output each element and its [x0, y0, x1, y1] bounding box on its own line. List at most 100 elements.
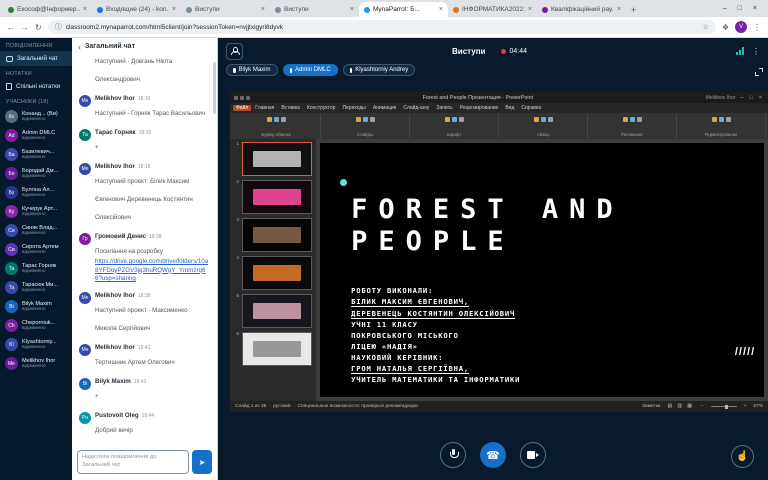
browser-tab[interactable]: Виступи × [181, 2, 270, 17]
slide-thumbnail[interactable]: 2 [234, 180, 312, 214]
window-close-button[interactable]: × [753, 5, 757, 12]
slide-thumbnail[interactable]: 4 [234, 256, 312, 290]
tab-close-icon[interactable]: × [439, 6, 443, 13]
browser-tab[interactable]: Входящие (24) - kon... × [92, 2, 181, 17]
browser-tab[interactable]: Кваліфікаційний рау... × [537, 2, 626, 17]
ribbon-tab[interactable]: Запись [433, 105, 455, 111]
talking-indicator-badge[interactable]: Admin DMLC [283, 64, 338, 76]
sidebar-item-public-chat[interactable]: Загальний чат [0, 51, 72, 66]
participant-item[interactable]: Та Тарасюк Ми... відімкнено [0, 278, 72, 297]
slide-thumbnail[interactable]: 6 [234, 332, 312, 366]
ribbon-group[interactable]: Шрифт [410, 114, 499, 138]
notes-button[interactable]: Заметки [642, 404, 660, 409]
slide-thumbnail[interactable]: 1 [234, 142, 312, 176]
ribbon-tab[interactable]: Анимация [370, 105, 399, 111]
ribbon-tab[interactable]: Конструктор [304, 105, 339, 111]
slide-thumbnail[interactable]: 3 [234, 218, 312, 252]
url-bar[interactable]: ⓘ classroom2.mynaparrot.com/html5client/… [48, 20, 716, 34]
zoom-out-icon[interactable]: − [701, 404, 704, 409]
participant-item[interactable]: Бу Булгіна Ал... відімкнено [0, 183, 72, 202]
webcam-button[interactable] [520, 442, 546, 468]
bookmark-star-icon[interactable]: ☆ [703, 23, 709, 31]
participant-item[interactable]: Бо Бородай Дм... відімкнено [0, 164, 72, 183]
ribbon-tab[interactable]: Вид [502, 105, 517, 111]
options-menu-icon[interactable]: ⋮ [752, 47, 760, 56]
participant-item[interactable]: Kl Klyashtorniy... відімкнено [0, 335, 72, 354]
reload-icon[interactable]: ↻ [35, 23, 42, 32]
recording-indicator[interactable]: 04:44 [501, 48, 527, 55]
participant-item[interactable]: Ad Admin DMLC відімкнено [0, 126, 72, 145]
accessibility-status[interactable]: Специальные возможности: проверьте реком… [298, 404, 418, 409]
message-link[interactable]: https://drive.google.com/drive/folders/1… [95, 258, 210, 283]
ribbon-tab[interactable]: Справка [518, 105, 544, 111]
slide-text-line: ПОКРОВСЬКОГО МІСЬКОГО [351, 330, 737, 341]
extensions-icon[interactable]: ❖ [722, 23, 729, 32]
ribbon-group[interactable]: Буфер обмена [232, 114, 321, 138]
new-tab-button[interactable]: + [631, 5, 636, 15]
ribbon-group[interactable]: Абзац [499, 114, 588, 138]
participant-item[interactable]: Ко Конанд... (Ви) відімкнено [0, 107, 72, 126]
browser-menu-icon[interactable]: ⋮ [753, 23, 761, 32]
leave-audio-button[interactable]: ☎ [480, 442, 506, 468]
tab-close-icon[interactable]: × [617, 6, 621, 13]
sidebar-item-shared-notes[interactable]: Спільні нотатки [0, 79, 72, 94]
ribbon-tab[interactable]: Переходы [339, 105, 368, 111]
profile-avatar[interactable]: V [735, 21, 747, 33]
notes-item-label: Спільні нотатки [16, 83, 60, 90]
mute-button[interactable] [440, 442, 466, 468]
ribbon-tab[interactable]: Слайд-шоу [400, 105, 432, 111]
participants-toggle-button[interactable] [226, 43, 243, 60]
zoom-in-icon[interactable]: + [744, 404, 747, 409]
tab-close-icon[interactable]: × [83, 6, 87, 13]
site-info-icon[interactable]: ⓘ [55, 22, 62, 32]
participant-item[interactable]: Ба Базилевич... відімкнено [0, 145, 72, 164]
ppt-minimize-icon[interactable]: – [740, 95, 743, 101]
back-icon[interactable]: ← [7, 23, 15, 32]
participant-item[interactable]: Ку Кучерук Арт... відімкнено [0, 202, 72, 221]
window-minimize-button[interactable]: – [723, 5, 727, 12]
ribbon-group[interactable]: Редактирование [677, 114, 766, 138]
browser-tab[interactable]: Виступи × [270, 2, 359, 17]
language-indicator[interactable]: русский [273, 404, 290, 409]
slide-thumbnail[interactable]: 5 [234, 294, 312, 328]
tab-favicon-icon [186, 7, 192, 13]
raise-hand-button[interactable]: ☝ [731, 445, 754, 468]
browser-toolbar: ← → ↻ ⓘ classroom2.mynaparrot.com/html5c… [0, 17, 768, 38]
slide-text-line: ДЕРЕВЕНЕЦЬ КОСТЯНТИН ОЛЕКСІЙОВИЧ [351, 308, 737, 319]
participant-item[interactable]: Си Сирота Артем відімкнено [0, 240, 72, 259]
participant-status: відімкнено [22, 231, 57, 236]
participant-item[interactable]: Bi Bilyk Maxim відімкнено [0, 297, 72, 316]
talking-indicator-badge[interactable]: Klyashtorniy Andrey [343, 64, 416, 76]
connection-status-icon[interactable] [736, 47, 744, 55]
forward-icon[interactable]: → [21, 23, 29, 32]
window-maximize-button[interactable]: □ [738, 5, 742, 12]
participant-item[interactable]: Та Тарас Горняк відімкнено [0, 259, 72, 278]
ribbon-tab[interactable]: Главная [252, 105, 277, 111]
slide-thumbnail-panel: 1 2 3 [230, 139, 316, 401]
browser-tab[interactable]: ІНФОРМАТИКА2022: Р... × [448, 2, 537, 17]
ribbon-tab[interactable]: Рецензирование [457, 105, 502, 111]
browser-tab[interactable]: MynaParrot: Б... × [359, 2, 448, 17]
view-buttons[interactable]: ▤ ▥ ▦ [668, 404, 694, 409]
tab-close-icon[interactable]: × [350, 6, 354, 13]
browser-tab[interactable]: Екософ@Інформер... × [3, 2, 92, 17]
ppt-maximize-icon[interactable]: □ [749, 95, 752, 101]
ppt-close-icon[interactable]: × [759, 95, 762, 101]
chat-message-input[interactable]: Надіслати повідомлення до Загальний чат [77, 450, 189, 474]
fullscreen-icon[interactable] [755, 68, 763, 76]
chat-scrollbar[interactable] [213, 62, 216, 114]
participant-item[interactable]: Ch Cheporniuk... відімкнено [0, 316, 72, 335]
chat-back-icon[interactable]: ‹ [78, 42, 81, 52]
ribbon-group[interactable]: Рисование [588, 114, 677, 138]
ribbon-tab[interactable]: Вставка [278, 105, 303, 111]
tab-close-icon[interactable]: × [261, 6, 265, 13]
tab-close-icon[interactable]: × [528, 6, 532, 13]
talking-indicator-badge[interactable]: Bilyk Maxim [226, 64, 278, 76]
participant-item[interactable]: Me Melikhov Ihor відімкнено [0, 354, 72, 373]
zoom-slider[interactable] [711, 406, 737, 407]
tab-close-icon[interactable]: × [172, 6, 176, 13]
participant-item[interactable]: Си Синяк Влад... відімкнено [0, 221, 72, 240]
send-message-button[interactable]: ➤ [192, 450, 212, 474]
ribbon-group[interactable]: Слайды [321, 114, 410, 138]
ribbon-tab[interactable]: Файл [233, 105, 251, 111]
